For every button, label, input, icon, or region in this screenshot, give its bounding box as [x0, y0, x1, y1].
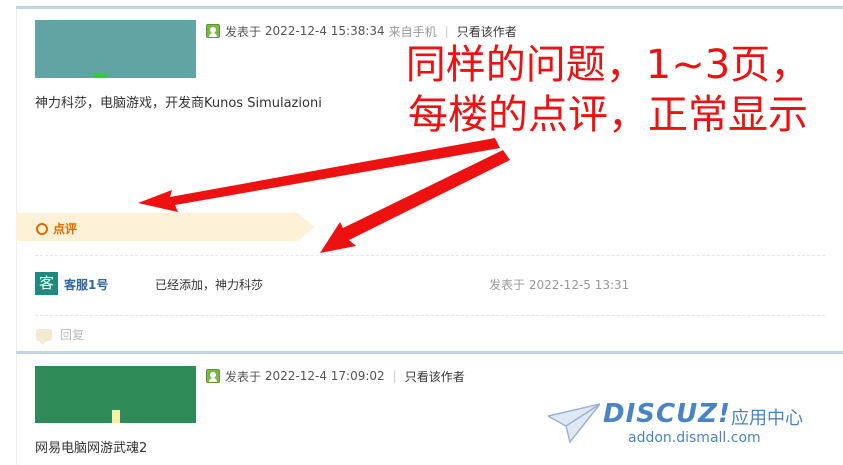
divider: [35, 255, 825, 256]
rating-label: 点评: [53, 222, 78, 236]
rating-title: 点评: [36, 220, 77, 237]
discuz-watermark: DISCUZ! 应用中心 addon.dismall.com: [548, 398, 838, 458]
user-online-icon: [206, 369, 220, 383]
divider: [35, 315, 825, 316]
rating-user-link[interactable]: 客服1号: [64, 276, 108, 293]
watermark-title: 应用中心: [731, 408, 803, 429]
posted-prefix: 发表于: [225, 369, 262, 384]
paper-plane-icon: [548, 403, 600, 444]
rating-comment: 已经添加，神力科莎: [155, 278, 264, 292]
meta-divider: |: [392, 369, 397, 383]
only-author-link[interactable]: 只看该作者: [405, 368, 465, 385]
post-content: 网易电脑网游武魂2: [35, 441, 148, 456]
reply-bubble-icon: [36, 328, 52, 345]
reply-button[interactable]: 回复: [36, 326, 85, 345]
post-meta: 发表于 2022-12-4 17:09:02 | 只看该作者: [206, 368, 465, 384]
post-left-rule: [16, 354, 17, 465]
rating-entry: 客 客服1号 已经添加，神力科莎 发表于 2022-12-5 13:31: [35, 272, 825, 296]
post-datetime: 2022-12-4 17:09:02: [264, 369, 385, 383]
rating-header: 点评: [16, 213, 314, 241]
annotation-arrow-1: [138, 138, 500, 212]
post-image[interactable]: [35, 366, 196, 423]
avatar[interactable]: 客: [35, 272, 58, 295]
rating-circle-icon: [36, 222, 48, 235]
reply-label: 回复: [60, 328, 85, 342]
image-marker: [112, 410, 120, 423]
watermark-url: addon.dismall.com: [628, 430, 761, 446]
discuz-logo: DISCUZ!: [603, 399, 731, 429]
rating-time: 发表于 2022-12-5 13:31: [489, 278, 630, 292]
